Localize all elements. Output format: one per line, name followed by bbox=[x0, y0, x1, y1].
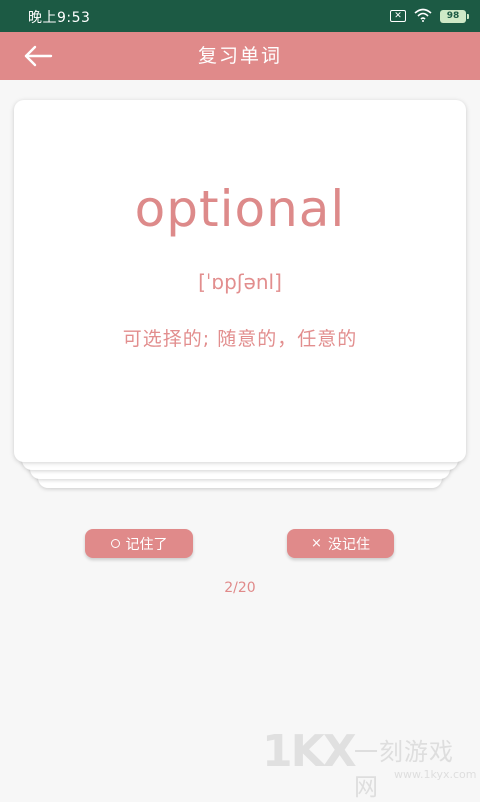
remember-label: 记住了 bbox=[125, 536, 168, 553]
watermark-logo-text: 1KX bbox=[262, 726, 357, 777]
status-icons: ✕ 98 bbox=[390, 7, 469, 26]
wifi-icon bbox=[414, 7, 432, 26]
watermark-url: www.1kyx.com bbox=[394, 768, 477, 781]
arrow-left-icon bbox=[24, 45, 53, 67]
sim-blocked-icon: ✕ bbox=[390, 10, 406, 22]
watermark-site-name: 一刻游戏网 bbox=[354, 738, 454, 801]
forgot-button[interactable]: × 没记住 bbox=[287, 529, 394, 558]
status-time: 晚上9:53 bbox=[28, 10, 91, 26]
forgot-label: 没记住 bbox=[327, 536, 370, 553]
remember-button[interactable]: 记住了 bbox=[85, 529, 193, 558]
word-card[interactable]: optional [ˈɒpʃənl] 可选择的; 随意的，任意的 bbox=[14, 100, 466, 462]
watermark-logo: 1KX 一刻游戏网 www.1kyx.com bbox=[262, 726, 477, 801]
meaning-text: 可选择的; 随意的，任意的 bbox=[122, 328, 358, 350]
page-title: 复习单词 bbox=[197, 45, 282, 67]
progress-counter: 2/20 bbox=[224, 580, 256, 596]
app-bar: 复习单词 bbox=[0, 32, 480, 80]
word-text: optional bbox=[134, 180, 346, 238]
x-icon: × bbox=[311, 536, 322, 551]
battery-level: 98 bbox=[446, 11, 460, 21]
battery-icon: 98 bbox=[440, 9, 469, 23]
phonetic-text: [ˈɒpʃənl] bbox=[198, 270, 282, 294]
circle-icon bbox=[110, 539, 120, 548]
back-button[interactable] bbox=[18, 40, 58, 72]
status-bar: 晚上9:53 ✕ 98 bbox=[0, 0, 480, 32]
